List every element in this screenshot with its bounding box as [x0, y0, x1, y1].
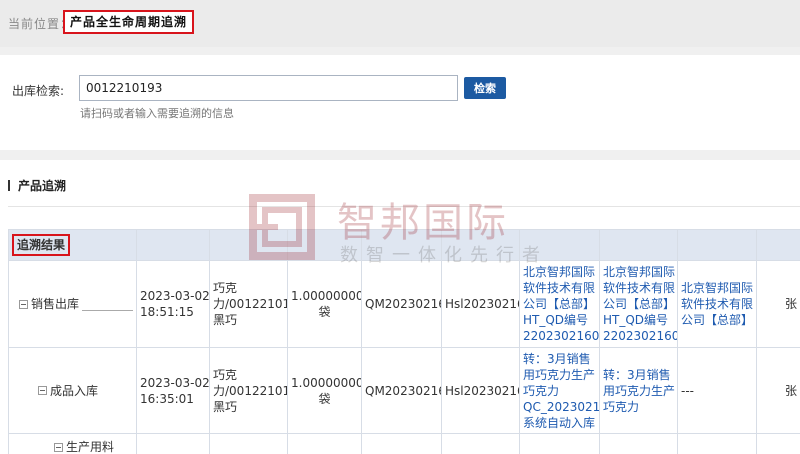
operator-cell: 张 — [756, 260, 800, 348]
collapse-icon[interactable] — [19, 299, 28, 309]
info-line[interactable]: 公司【总部】 — [523, 296, 596, 312]
tree-cell[interactable]: 生产用料 — [8, 433, 137, 454]
trace-table: 追溯结果 销售出库 2023-03-02 18:51:15 巧克 力/0012210… — [8, 229, 800, 454]
product-line: 力/001221019 — [213, 297, 287, 311]
tree-cell[interactable]: 成品入库 — [8, 347, 137, 434]
section-title: 产品追溯 — [8, 177, 66, 194]
collapse-icon[interactable] — [54, 442, 63, 452]
table-header-row: 追溯结果 — [8, 229, 800, 261]
code-cell: QM202302160 — [361, 347, 442, 434]
date-text: 2023-03-02 — [140, 375, 210, 390]
quantity-cell: 1.00000000 袋 — [287, 260, 362, 348]
info-link-cell[interactable]: 北京智邦国际软件技术有限公司【总部】HT_QD编号220230216010 — [519, 260, 600, 348]
info-link-cell[interactable]: 转：3月销售 用巧克力生产 巧克力 QC_20230216 系统自动入库 — [519, 347, 600, 434]
product-line: 黑巧 — [213, 313, 238, 327]
breadcrumb-current: 产品全生命周期追溯 — [63, 10, 195, 34]
time-text: 16:35:01 — [140, 391, 194, 406]
result-panel: 产品追溯 追溯结果 销售出库 2023-03-02 18:51:15 巧克 力/00… — [0, 160, 800, 454]
table-header-cell: 追溯结果 — [8, 229, 137, 261]
breadcrumb: 当前位置： 产品全生命周期追溯 — [0, 0, 800, 47]
info-cell: --- — [677, 347, 757, 434]
product-line: 力/001221019 — [213, 383, 287, 398]
time-cell: 2023-03-02 18:51:15 — [136, 260, 210, 348]
info-line[interactable]: 公司【总部】 — [681, 312, 753, 328]
info-line[interactable]: 转：3月销售 — [603, 367, 674, 383]
info-line[interactable]: 北京智邦国际 — [603, 264, 675, 280]
info-line[interactable]: 巧克力 — [523, 383, 596, 399]
search-input[interactable] — [79, 75, 458, 101]
info-line[interactable]: HT_QD编号 — [523, 312, 596, 328]
table-row: 生产用料 — [8, 433, 800, 454]
search-hint: 请扫码或者输入需要追溯的信息 — [80, 107, 234, 120]
operator-cell: 张 — [756, 347, 800, 434]
code-cell: Hsl202302160 — [441, 260, 520, 348]
table-row: 成品入库 2023-03-0216:35:01 巧克力/001221019黑巧 … — [8, 347, 800, 434]
code-cell: QM202302160 — [361, 260, 442, 348]
info-line[interactable]: 北京智邦国际 — [523, 264, 596, 280]
search-panel: 出库检索: 检索 请扫码或者输入需要追溯的信息 — [0, 55, 800, 150]
info-line[interactable]: 软件技术有限 — [681, 296, 753, 312]
time-cell: 2023-03-02 16:35:01 — [136, 347, 210, 434]
product-cell: 巧克力/001221019 黑巧 — [209, 260, 288, 348]
search-label: 出库检索: — [12, 84, 65, 98]
code-cell: Hsl202302160 — [441, 347, 520, 434]
info-line[interactable]: 北京智邦国际 — [681, 280, 753, 296]
quantity-cell: 1.00000000 袋 — [287, 347, 362, 434]
info-line[interactable]: 220230216010 — [523, 328, 599, 344]
info-line[interactable]: 公司【总部】 — [603, 296, 675, 312]
info-line[interactable]: HT_QD编号 — [603, 312, 674, 328]
tree-node-label[interactable]: 成品入库 — [50, 383, 98, 399]
quantity-unit: 袋 — [318, 391, 331, 406]
info-line[interactable]: 转：3月销售 — [523, 351, 596, 367]
product-cell: 巧克力/001221019黑巧 — [209, 347, 288, 434]
info-line[interactable]: 巧克力 — [603, 399, 674, 415]
time-text: 18:51:15 — [140, 305, 194, 319]
info-link-cell[interactable]: 北京智邦国际 软件技术有限 公司【总部】 — [677, 260, 757, 348]
quantity-value: 1.00000000 — [291, 289, 362, 303]
info-line[interactable]: 用巧克力生产 — [523, 367, 596, 383]
date-text: 2023-03-02 — [140, 289, 210, 303]
collapse-icon[interactable] — [38, 386, 47, 395]
tree-cell[interactable]: 销售出库 — [8, 260, 137, 348]
table-row: 销售出库 2023-03-0218:51:15 巧克力/001221019黑巧 … — [8, 260, 800, 348]
trace-result-title: 追溯结果 — [12, 234, 71, 256]
info-line[interactable]: 220230216010 — [603, 328, 677, 344]
info-link-cell[interactable]: 转：3月销售 用巧克力生产 巧克力 — [599, 347, 678, 434]
section-divider — [8, 206, 800, 207]
info-line[interactable]: 软件技术有限 — [603, 280, 675, 296]
search-button[interactable]: 检索 — [464, 77, 506, 99]
quantity-unit: 袋 — [318, 305, 331, 319]
info-line[interactable]: 软件技术有限 — [523, 280, 596, 296]
tree-connector — [82, 309, 133, 311]
product-line: 黑巧 — [213, 399, 238, 414]
quantity-value: 1.00000000 — [291, 375, 362, 390]
product-line: 巧克 — [213, 281, 238, 295]
info-line[interactable]: 用巧克力生产 — [603, 383, 675, 399]
info-link-cell[interactable]: 北京智邦国际软件技术有限公司【总部】HT_QD编号220230216010 — [599, 260, 678, 348]
tree-node-label[interactable]: 生产用料 — [66, 439, 114, 454]
tree-node-label[interactable]: 销售出库 — [31, 296, 79, 312]
product-line: 巧克 — [213, 367, 238, 382]
info-line[interactable]: QC_20230216 — [523, 399, 599, 415]
info-line[interactable]: 系统自动入库 — [523, 415, 596, 431]
